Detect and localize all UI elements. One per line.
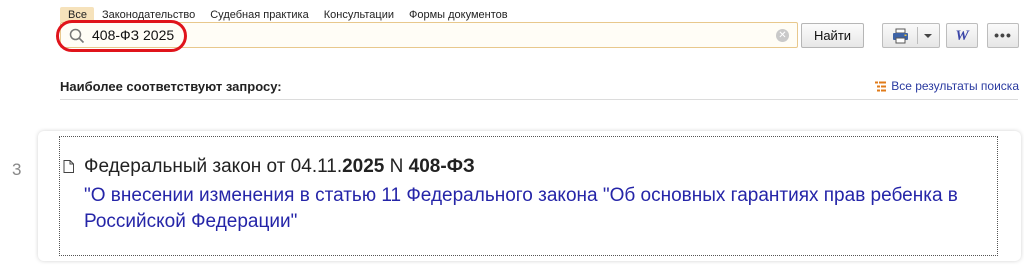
export-word-button[interactable]: W — [946, 23, 978, 48]
tab-all[interactable]: Все — [60, 7, 94, 22]
result-number: 3 — [12, 160, 22, 179]
chevron-down-icon[interactable] — [924, 34, 932, 38]
title-year: 2025 — [342, 156, 385, 177]
search-scope-tabs: Все Законодательство Судебная практика К… — [60, 5, 515, 22]
printer-icon — [893, 28, 908, 44]
search-bar: ✕ — [60, 22, 798, 48]
tab-legislation[interactable]: Законодательство — [94, 7, 202, 22]
all-results-link[interactable]: Все результаты поиска — [875, 79, 1019, 93]
word-icon: W — [955, 28, 969, 44]
title-law-number: 408-ФЗ — [408, 156, 475, 177]
search-input[interactable] — [92, 25, 772, 45]
find-button[interactable]: Найти — [801, 23, 864, 48]
heading-divider — [60, 99, 1018, 100]
search-icon — [69, 28, 85, 44]
document-icon — [63, 160, 74, 173]
more-icon: ••• — [994, 27, 1012, 43]
clear-search-icon[interactable]: ✕ — [776, 29, 789, 42]
print-button-divider — [917, 27, 918, 44]
title-middle: N — [384, 156, 409, 177]
list-icon — [875, 81, 887, 91]
tab-document-forms[interactable]: Формы документов — [401, 7, 515, 22]
tab-consultations[interactable]: Консультации — [316, 7, 401, 22]
results-heading: Наиболее соответствуют запросу: — [60, 79, 282, 94]
tab-court-practice[interactable]: Судебная практика — [202, 7, 315, 22]
all-results-label[interactable]: Все результаты поиска — [891, 79, 1019, 93]
more-options-button[interactable]: ••• — [987, 23, 1019, 48]
result-subtitle-link[interactable]: "О внесении изменения в статью 11 Федера… — [84, 183, 964, 235]
result-title[interactable]: Федеральный закон от 04.11.2025 N 408-ФЗ — [84, 156, 475, 178]
print-button[interactable] — [882, 23, 940, 48]
title-prefix: Федеральный закон от 04.11. — [84, 156, 343, 177]
